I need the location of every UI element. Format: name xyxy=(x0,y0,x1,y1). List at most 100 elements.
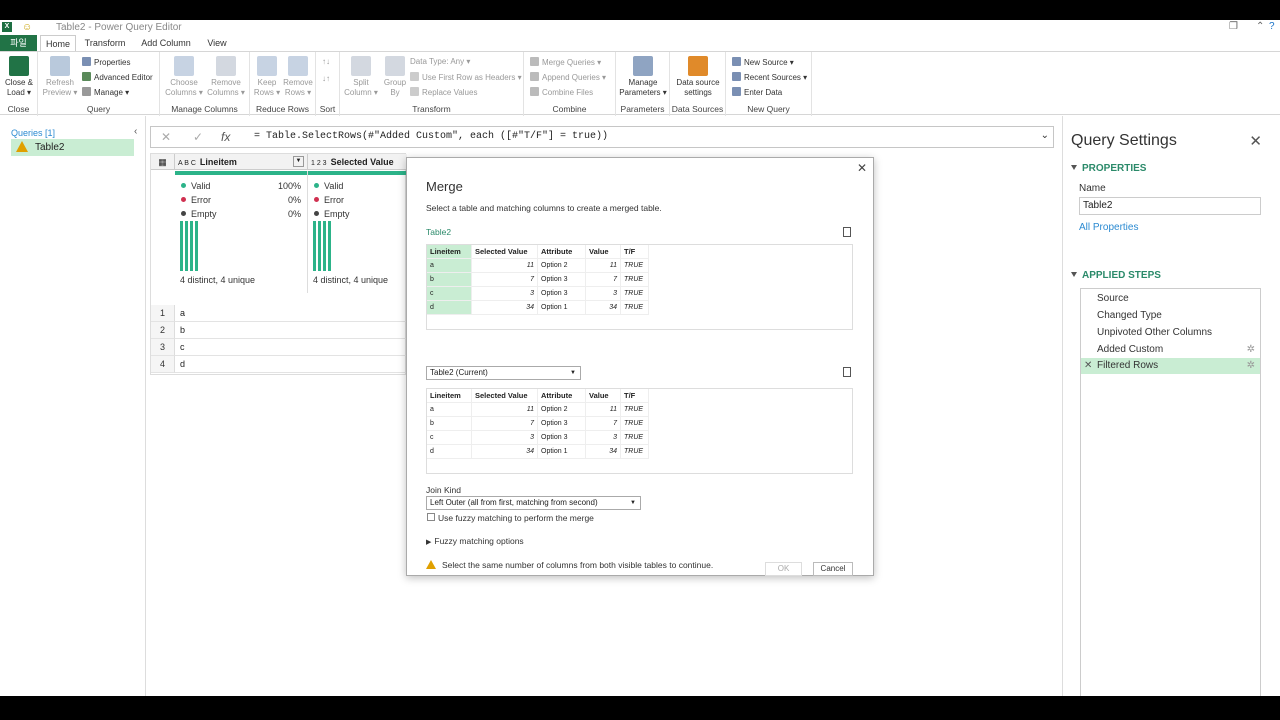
number-type-icon[interactable]: 1 2 3 xyxy=(311,160,327,167)
table-row[interactable]: c xyxy=(175,339,407,356)
header-value[interactable]: Value xyxy=(586,245,621,259)
header-lineitem[interactable]: Lineitem xyxy=(427,245,472,259)
table-cell[interactable]: a xyxy=(427,259,472,273)
tab-file[interactable]: 파일 xyxy=(0,35,37,51)
second-table-dropdown[interactable]: Table2 (Current) ▼ xyxy=(426,366,581,380)
choose-columns-button[interactable]: Choose Columns ▾ xyxy=(164,56,204,98)
gear-icon[interactable]: ✲ xyxy=(1247,342,1255,358)
header-selected-value[interactable]: Selected Value xyxy=(472,389,538,403)
table-cell[interactable]: d xyxy=(427,301,472,315)
table-cell[interactable]: Option 3 xyxy=(538,287,586,301)
merge-queries-button[interactable]: Merge Queries ▾ xyxy=(530,57,601,68)
table-cell[interactable]: 34 xyxy=(586,301,621,315)
table-cell[interactable]: 7 xyxy=(472,417,538,431)
row-number[interactable]: 2 xyxy=(151,322,175,339)
query-name-input[interactable]: Table2 xyxy=(1079,197,1261,215)
column-header-lineitem[interactable]: A B C Lineitem ▼ xyxy=(175,154,308,170)
new-source-button[interactable]: New Source ▾ xyxy=(732,57,794,68)
step-filtered-rows[interactable]: ✕ Filtered Rows ✲ xyxy=(1081,358,1260,374)
step-changed-type[interactable]: Changed Type xyxy=(1081,308,1260,324)
header-attribute[interactable]: Attribute xyxy=(538,245,586,259)
table-cell[interactable]: Option 3 xyxy=(538,273,586,287)
join-kind-dropdown[interactable]: Left Outer (all from first, matching fro… xyxy=(426,496,641,510)
use-first-row-button[interactable]: Use First Row as Headers ▾ xyxy=(410,72,522,83)
table-cell[interactable]: 7 xyxy=(586,417,621,431)
tab-home[interactable]: Home xyxy=(40,35,76,51)
table-cell[interactable]: 11 xyxy=(472,259,538,273)
expand-formula-icon[interactable]: ⌄ xyxy=(1041,130,1049,141)
all-properties-link[interactable]: All Properties xyxy=(1079,222,1138,233)
table-cell[interactable]: 3 xyxy=(472,287,538,301)
formula-text[interactable]: = Table.SelectRows(#"Added Custom", each… xyxy=(254,131,608,142)
collapse-queries-icon[interactable]: ‹ xyxy=(134,126,137,137)
table-cell[interactable]: 11 xyxy=(586,403,621,417)
enter-data-button[interactable]: Enter Data xyxy=(732,87,782,98)
header-value[interactable]: Value xyxy=(586,389,621,403)
table-cell[interactable]: TRUE xyxy=(621,301,649,315)
gear-icon[interactable]: ✲ xyxy=(1247,358,1255,374)
remove-columns-button[interactable]: Remove Columns ▾ xyxy=(206,56,246,98)
applied-steps-section[interactable]: APPLIED STEPS xyxy=(1071,270,1161,281)
delete-step-icon[interactable]: ✕ xyxy=(1084,358,1092,374)
tab-transform[interactable]: Transform xyxy=(82,35,128,51)
table-cell[interactable]: 3 xyxy=(472,431,538,445)
table-cell[interactable]: 3 xyxy=(586,431,621,445)
properties-section[interactable]: PROPERTIES xyxy=(1071,163,1146,174)
table-cell[interactable]: Option 1 xyxy=(538,445,586,459)
fx-icon[interactable]: fx xyxy=(221,130,230,144)
file-icon[interactable] xyxy=(843,367,851,377)
recent-sources-button[interactable]: Recent Sources ▾ xyxy=(732,72,807,83)
table-cell[interactable]: TRUE xyxy=(621,417,649,431)
cancel-formula-icon[interactable]: ✕ xyxy=(161,130,171,144)
close-icon[interactable]: ✕ xyxy=(1249,132,1262,150)
table-cell[interactable]: 34 xyxy=(472,445,538,459)
remove-rows-button[interactable]: Remove Rows ▾ xyxy=(282,56,314,98)
ok-button[interactable]: OK xyxy=(765,562,802,576)
table-cell[interactable]: TRUE xyxy=(621,273,649,287)
help-icon[interactable]: ? xyxy=(1269,21,1275,32)
keep-rows-button[interactable]: Keep Rows ▾ xyxy=(252,56,282,98)
fuzzy-matching-label[interactable]: Use fuzzy matching to perform the merge xyxy=(438,513,594,523)
manage-parameters-button[interactable]: Manage Parameters ▾ xyxy=(618,56,668,98)
table-cell[interactable]: c xyxy=(427,287,472,301)
table-cell[interactable]: Option 3 xyxy=(538,417,586,431)
close-icon[interactable]: ✕ xyxy=(857,161,867,175)
table-cell[interactable]: TRUE xyxy=(621,445,649,459)
smiley-icon[interactable]: ☺ xyxy=(22,22,32,33)
file-icon[interactable] xyxy=(843,227,851,237)
combine-files-button[interactable]: Combine Files xyxy=(530,87,593,98)
text-type-icon[interactable]: A B C xyxy=(178,160,196,167)
query-item-table2[interactable]: Table2 xyxy=(11,139,134,156)
step-added-custom[interactable]: Added Custom ✲ xyxy=(1081,342,1260,358)
data-type-dropdown[interactable]: Data Type: Any ▾ xyxy=(410,57,470,67)
filter-dropdown-icon[interactable]: ▼ xyxy=(293,156,304,167)
close-load-button[interactable]: Close & Load ▾ xyxy=(2,56,36,98)
confirm-formula-icon[interactable]: ✓ xyxy=(193,130,203,144)
table-cell[interactable]: 11 xyxy=(586,259,621,273)
column-header-selected-value[interactable]: 1 2 3 Selected Value xyxy=(308,154,407,170)
refresh-preview-button[interactable]: Refresh Preview ▾ xyxy=(42,56,78,98)
header-attribute[interactable]: Attribute xyxy=(538,389,586,403)
row-number[interactable]: 3 xyxy=(151,339,175,356)
append-queries-button[interactable]: Append Queries ▾ xyxy=(530,72,606,83)
table-menu-icon[interactable]: ▦ xyxy=(151,154,175,170)
tab-add-column[interactable]: Add Column xyxy=(138,35,194,51)
table-row[interactable]: b xyxy=(175,322,407,339)
replace-values-button[interactable]: Replace Values xyxy=(410,87,477,98)
sort-descending-icon[interactable]: ↓↑ xyxy=(322,74,330,84)
table-cell[interactable]: 11 xyxy=(472,403,538,417)
header-tf[interactable]: T/F xyxy=(621,245,649,259)
split-column-button[interactable]: Split Column ▾ xyxy=(342,56,380,98)
table-cell[interactable]: 3 xyxy=(586,287,621,301)
table-cell[interactable]: 7 xyxy=(472,273,538,287)
header-selected-value[interactable]: Selected Value xyxy=(472,245,538,259)
header-lineitem[interactable]: Lineitem xyxy=(427,389,472,403)
table-row[interactable]: d xyxy=(175,356,407,373)
table-cell[interactable]: Option 3 xyxy=(538,431,586,445)
row-number[interactable]: 4 xyxy=(151,356,175,373)
cancel-button[interactable]: Cancel xyxy=(813,562,853,576)
table-cell[interactable]: b xyxy=(427,417,472,431)
group-by-button[interactable]: Group By xyxy=(380,56,410,98)
table-cell[interactable]: d xyxy=(427,445,472,459)
fuzzy-matching-checkbox[interactable] xyxy=(427,513,435,521)
